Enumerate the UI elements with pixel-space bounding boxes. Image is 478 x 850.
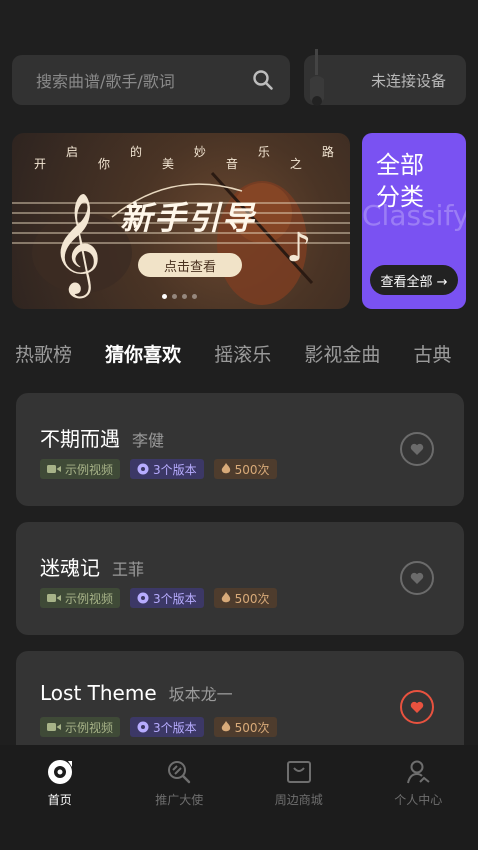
device-status: 未连接设备 [370,71,446,90]
song-title: 迷魂记 [40,556,100,580]
view-all-button[interactable]: 查看全部 → [370,265,458,295]
heart-filled-icon [410,701,424,713]
device-connection-button[interactable]: 未连接设备 [304,49,466,106]
home-disc-icon [47,760,72,784]
nav-profile-label: 个人中心 [394,793,443,807]
nav-profile[interactable]: 个人中心 [359,745,478,850]
tab-hot[interactable]: 热歌榜 [15,340,72,367]
song-artist: 坂本龙一 [168,685,233,704]
nav-shop[interactable]: 周边商城 [239,745,359,850]
search-icon[interactable] [252,69,274,91]
song-card[interactable]: 不期而遇 李健 示例视频 3个版本 500次 [16,393,464,506]
video-badge: 示例视频 [40,717,121,737]
video-badge: 示例视频 [40,459,121,479]
song-artist: 王菲 [112,560,145,579]
plays-badge: 500次 [213,717,277,737]
video-icon [47,465,61,473]
like-button[interactable] [400,432,434,466]
bottom-navigation: 首页 推广大使 周边商城 个人中心 [0,745,478,850]
beginner-guide-banner[interactable]: 𝄞 ♪ 开启 你的 美妙 音乐 之路 新手引导 点击查看 [12,133,350,309]
disc-icon [137,463,149,475]
song-title: Lost Theme [40,681,157,705]
heart-icon [410,443,424,455]
video-icon [47,594,61,602]
banner-view-button[interactable]: 点击查看 [138,253,242,277]
nav-promo-label: 推广大使 [155,793,204,807]
banner-title: 新手引导 [120,199,257,237]
tab-rock[interactable]: 摇滚乐 [214,340,271,367]
tab-classical[interactable]: 古典 [413,340,451,367]
page-dot-active [162,294,167,299]
nav-shop-label: 周边商城 [274,793,323,807]
like-button[interactable] [400,561,434,595]
song-artist: 李健 [132,431,165,450]
search-placeholder: 搜索曲谱/歌手/歌词 [36,72,175,91]
versions-badge: 3个版本 [130,717,204,737]
search-bar[interactable]: 搜索曲谱/歌手/歌词 [12,55,290,105]
video-icon [47,723,61,731]
heart-icon [410,572,424,584]
flame-icon [221,721,230,732]
page-dot [172,294,177,299]
tab-film[interactable]: 影视金曲 [304,340,380,367]
promo-icon [168,761,191,784]
versions-badge: 3个版本 [130,459,204,479]
plays-badge: 500次 [213,459,277,479]
tab-guess-you-like[interactable]: 猜你喜欢 [105,340,181,367]
categories-watermark: Classify [362,199,466,232]
banner-tagline: 开启 你的 美妙 音乐 之路 [34,145,334,171]
svg-text:♪: ♪ [286,225,312,271]
video-badge: 示例视频 [40,588,121,608]
disc-icon [137,592,149,604]
nav-promo[interactable]: 推广大使 [120,745,240,850]
song-card[interactable]: 迷魂记 王菲 示例视频 3个版本 500次 [16,522,464,635]
versions-badge: 3个版本 [130,588,204,608]
plays-badge: 500次 [213,588,277,608]
profile-icon [407,760,430,784]
flame-icon [221,592,230,603]
banner-pagination [162,294,197,299]
page-dot [192,294,197,299]
page-dot [182,294,187,299]
instrument-icon [310,49,324,106]
nav-home-label: 首页 [47,793,72,807]
shop-icon [286,761,311,783]
nav-home[interactable]: 首页 [0,745,120,850]
category-tabs: 热歌榜 猜你喜欢 摇滚乐 影视金曲 古典 [15,340,478,370]
svg-text:𝄞: 𝄞 [50,191,102,299]
like-button-active[interactable] [400,690,434,724]
flame-icon [221,463,230,474]
all-categories-card[interactable]: 全部分类 Classify 查看全部 → [362,133,466,309]
song-title: 不期而遇 [40,427,120,451]
disc-icon [137,721,149,733]
